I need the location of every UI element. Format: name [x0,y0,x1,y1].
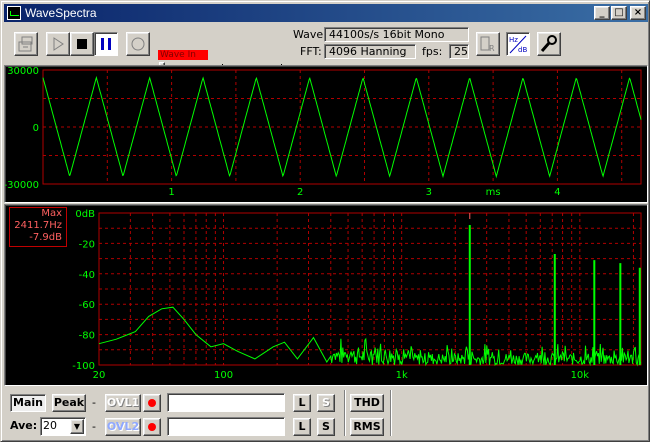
load-wave-button[interactable] [14,32,38,56]
ovl1-load-button[interactable]: L [293,394,311,412]
play-icon [53,37,64,51]
record-button[interactable] [126,32,150,56]
settings-lr-button[interactable]: R [476,32,500,56]
spectrum-noise-trace [98,306,642,367]
svg-text:dB: dB [518,46,527,54]
spectrum-y-tick: -80 [79,331,95,342]
pause-icon [101,38,111,50]
fps-value: 25 [449,44,469,59]
wrench-icon [540,35,557,52]
chevron-down-icon[interactable]: ▼ [70,419,84,434]
waveform-trace [42,75,642,179]
waveform-y-tick: -30000 [5,180,39,191]
app-icon [7,6,21,20]
max-peak-readout: Max 2411.7Hz -7.9dB [9,207,67,247]
waveform-y-tick: 30000 [7,66,39,77]
ovl1-name-field[interactable] [167,393,285,412]
spectrum-y-tick: -20 [79,239,95,250]
max-frequency: 2411.7Hz [14,220,62,231]
record-ovl2-button[interactable] [143,418,161,436]
close-button[interactable]: × [630,6,646,20]
spectrum-y-tick: -100 [72,361,95,372]
dash-separator: - [92,396,96,409]
waveform-chart: 30000 0 -30000 1 2 3 4 ms [5,66,642,198]
wave-format-label: Wave: [293,28,327,41]
spectrum-x-tick: 1k [396,370,408,381]
waveform-panel: 30000 0 -30000 1 2 3 4 ms [4,65,648,203]
waveform-x-tick: 3 [426,187,432,198]
divider [344,390,346,436]
spectrum-y-tick: -40 [79,270,95,281]
waveform-x-tick: 2 [297,187,303,198]
waveform-y-tick: 0 [33,123,39,134]
toolbar: Wave In Wave: 44100s/s 16bit Mono FFT: 4… [4,24,648,78]
wave-format-value: 44100s/s 16bit Mono [324,27,469,42]
input-source-label: Wave In [158,50,208,60]
wrench-button[interactable] [537,32,561,56]
settings-lr-icon: R [480,36,495,53]
record-icon [131,37,145,51]
ovl1-button[interactable]: OVL1 [105,394,141,412]
ave-select[interactable]: 20 ▼ [40,417,86,436]
stop-icon [77,39,87,49]
spectrum-chart: 0dB -20 -40 -60 -80 -10020 100 1k 10k [72,209,642,381]
waveform-frame [42,69,642,185]
spectrum-x-tick: 10k [571,370,590,381]
window-title: WaveSpectra [25,6,97,20]
hz-db-button[interactable]: Hz dB [506,32,530,56]
ave-value: 20 [43,419,57,432]
main-button[interactable]: Main [10,394,46,412]
maximize-button[interactable]: □ [611,6,627,20]
max-level: -7.9dB [29,232,62,243]
title-bar[interactable]: WaveSpectra _ □ × [4,4,648,22]
fps-label: fps: [422,45,443,58]
ovl2-save-button[interactable]: S [317,418,335,436]
spectrum-x-tick: 20 [93,370,106,381]
svg-text:Hz: Hz [509,36,518,44]
spectrum-y-tick: -60 [79,300,95,311]
stop-button[interactable] [70,32,94,56]
waveform-x-tick: 4 [554,187,560,198]
app-window: WaveSpectra _ □ × Wave In Wave: 44100s/s… [0,0,650,442]
hz-db-icon: Hz dB [509,35,527,54]
max-label: Max [41,208,62,219]
waveform-x-unit: ms [486,187,501,198]
peak-button[interactable]: Peak [52,394,86,412]
svg-text:R: R [489,44,495,53]
ovl2-button[interactable]: OVL2 [105,418,141,436]
spectrum-panel: 0dB -20 -40 -60 -80 -100 20 100 1k 10k [4,204,648,386]
minimize-button[interactable]: _ [594,6,610,20]
ovl1-save-button[interactable]: S [317,394,335,412]
spectrum-x-tick: 100 [214,370,233,381]
waveform-x-tick: 1 [168,187,174,198]
bottom-controls: Main Peak - OVL1 L S Ave: 20 ▼ - OVL2 L … [4,388,648,440]
fft-value: 4096 Hanning [324,44,416,59]
fft-label: FFT: [300,45,322,58]
ovl2-load-button[interactable]: L [293,418,311,436]
ovl2-name-field[interactable] [167,417,285,436]
rms-button[interactable]: RMS [350,418,384,436]
play-button[interactable] [46,32,70,56]
dash-separator-2: - [92,420,96,433]
divider-2 [390,390,392,436]
pause-button[interactable] [94,32,118,56]
thd-button[interactable]: THD [350,394,384,412]
ave-label: Ave: [10,419,38,432]
load-wave-icon [18,36,33,52]
spectrum-y-tick: 0dB [75,209,95,220]
record-ovl1-button[interactable] [143,394,161,412]
